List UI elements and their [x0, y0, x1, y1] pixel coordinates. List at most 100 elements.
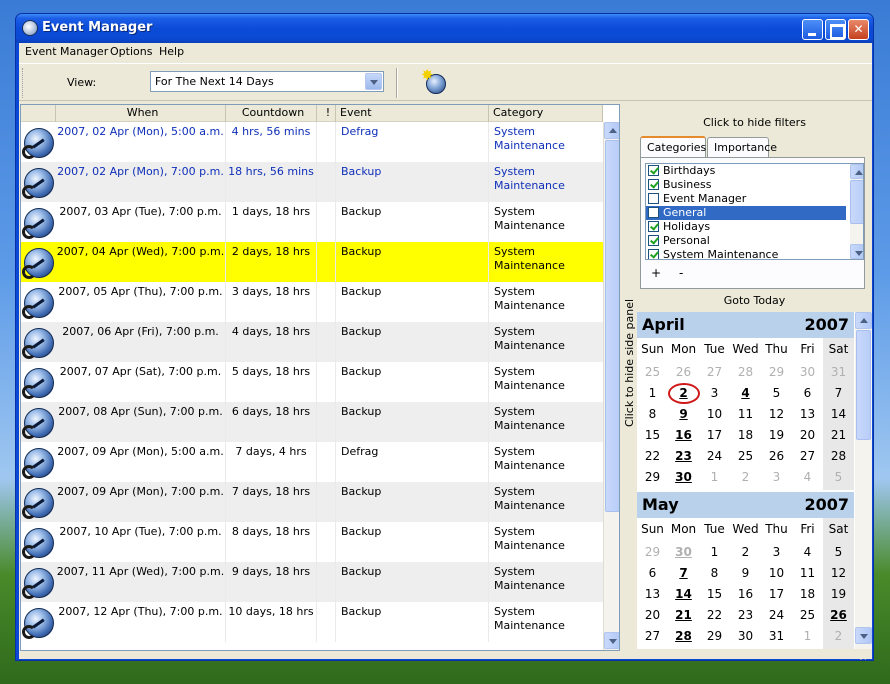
chevron-down-icon[interactable] [365, 73, 382, 90]
calendar-day[interactable]: 11 [730, 404, 761, 425]
event-row[interactable]: 2007, 06 Apr (Fri), 7:00 p.m. 4 days, 18 … [21, 322, 603, 362]
calendar-day[interactable]: 15 [637, 425, 668, 446]
calendar-day[interactable]: 2 [730, 467, 761, 488]
tab-importance[interactable]: Importance [707, 137, 777, 157]
menu-help[interactable]: Help [159, 45, 184, 58]
calendar-day[interactable]: 17 [761, 584, 792, 605]
calendar-scroll-down[interactable] [855, 627, 872, 644]
calendar-day[interactable]: 6 [792, 383, 823, 404]
event-row[interactable]: 2007, 04 Apr (Wed), 7:00 p.m. 2 days, 18 … [21, 242, 603, 282]
calendar-scrollbar[interactable] [855, 312, 872, 649]
calendar-day[interactable]: 16 [730, 584, 761, 605]
calendar-day[interactable]: 8 [637, 404, 668, 425]
hide-filters-link[interactable]: Click to hide filters [637, 116, 872, 129]
calendar-day[interactable]: 21 [668, 605, 699, 626]
calendar-day[interactable]: 3 [761, 542, 792, 563]
event-row[interactable]: 2007, 07 Apr (Sat), 7:00 p.m. 5 days, 18 … [21, 362, 603, 402]
side-panel-toggle[interactable]: Click to hide side panel [621, 104, 637, 651]
calendar-day[interactable]: 15 [699, 584, 730, 605]
calendar-day[interactable]: 18 [792, 584, 823, 605]
calendar-day[interactable]: 13 [792, 404, 823, 425]
maximize-button[interactable] [825, 19, 846, 40]
filter-scrollbar[interactable] [850, 164, 863, 259]
checkbox[interactable] [648, 193, 659, 204]
calendar-day[interactable]: 28 [730, 362, 761, 383]
calendar-day[interactable]: 31 [761, 626, 792, 647]
filter-scroll-thumb[interactable] [850, 180, 863, 224]
calendar-scroll-thumb[interactable] [856, 330, 871, 440]
calendar-day[interactable]: 16 [668, 425, 699, 446]
resize-grip[interactable] [858, 659, 868, 660]
event-row[interactable]: 2007, 12 Apr (Thu), 7:00 p.m. 10 days, 18… [21, 602, 603, 642]
close-button[interactable]: ✕ [848, 19, 869, 40]
calendar-day[interactable]: 24 [761, 605, 792, 626]
scroll-thumb[interactable] [605, 140, 619, 512]
view-dropdown[interactable]: For The Next 14 Days [150, 71, 384, 92]
calendar-day[interactable]: 7 [668, 563, 699, 584]
calendar-day[interactable]: 30 [668, 542, 699, 563]
calendar-day[interactable]: 8 [699, 563, 730, 584]
scroll-down-button[interactable] [604, 632, 619, 649]
calendar-day[interactable]: 29 [699, 626, 730, 647]
calendar-day[interactable]: 7 [823, 383, 854, 404]
calendar-day[interactable]: 5 [761, 383, 792, 404]
menu-event-manager[interactable]: Event Manager [25, 45, 108, 58]
header-when[interactable]: When [56, 105, 226, 122]
calendar-day[interactable]: 25 [730, 446, 761, 467]
calendar-day[interactable]: 30 [668, 467, 699, 488]
calendar-day[interactable]: 29 [637, 542, 668, 563]
calendar-day[interactable]: 19 [761, 425, 792, 446]
event-row[interactable]: 2007, 03 Apr (Tue), 7:00 p.m. 1 days, 18 … [21, 202, 603, 242]
calendar-day[interactable]: 4 [792, 467, 823, 488]
calendar-day[interactable]: 2 [668, 383, 699, 404]
category-filter-item[interactable]: General [646, 206, 846, 220]
category-filter-item[interactable]: Birthdays [646, 164, 846, 178]
menu-options[interactable]: Options [110, 45, 152, 58]
calendar-day[interactable]: 14 [668, 584, 699, 605]
calendar-day[interactable]: 9 [668, 404, 699, 425]
tab-categories[interactable]: Categories [640, 136, 706, 158]
checkbox[interactable] [648, 179, 659, 190]
calendar-day[interactable]: 17 [699, 425, 730, 446]
toolbar-grip[interactable] [22, 68, 25, 98]
calendar-day[interactable]: 24 [699, 446, 730, 467]
event-row[interactable]: 2007, 09 Apr (Mon), 5:00 a.m. 7 days, 4 h… [21, 442, 603, 482]
event-row[interactable]: 2007, 08 Apr (Sun), 7:00 p.m. 6 days, 18 … [21, 402, 603, 442]
event-row[interactable]: 2007, 10 Apr (Tue), 7:00 p.m. 8 days, 18 … [21, 522, 603, 562]
calendar-day[interactable]: 1 [637, 383, 668, 404]
calendar-day[interactable]: 1 [699, 467, 730, 488]
calendar-day[interactable]: 29 [761, 362, 792, 383]
calendar-day[interactable]: 20 [637, 605, 668, 626]
calendar-day[interactable]: 10 [699, 404, 730, 425]
calendar-day[interactable]: 3 [761, 467, 792, 488]
calendar-day[interactable]: 22 [637, 446, 668, 467]
calendar-day[interactable]: 1 [699, 542, 730, 563]
calendar-day[interactable]: 31 [823, 362, 854, 383]
calendar-day[interactable]: 2 [730, 542, 761, 563]
checkbox[interactable] [648, 235, 659, 246]
calendar-day[interactable]: 12 [761, 404, 792, 425]
filter-scroll-up[interactable] [850, 164, 863, 179]
events-scrollbar[interactable] [603, 122, 619, 650]
calendar-day[interactable]: 18 [730, 425, 761, 446]
header-event[interactable]: Event [336, 105, 489, 122]
calendar-day[interactable]: 26 [823, 605, 854, 626]
calendar-day[interactable]: 4 [792, 542, 823, 563]
calendar-day[interactable]: 4 [730, 383, 761, 404]
event-row[interactable]: 2007, 02 Apr (Mon), 7:00 p.m. 18 hrs, 56 … [21, 162, 603, 202]
title-bar[interactable]: Event Manager ✕ [16, 14, 873, 43]
calendar-day[interactable]: 13 [637, 584, 668, 605]
event-row[interactable]: 2007, 02 Apr (Mon), 5:00 a.m. 4 hrs, 56 m… [21, 122, 603, 162]
checkbox[interactable] [648, 165, 659, 176]
calendar-day[interactable]: 6 [637, 563, 668, 584]
checkbox[interactable] [648, 207, 659, 218]
expand-all-button[interactable]: + [651, 266, 661, 280]
calendar-day[interactable]: 28 [823, 446, 854, 467]
calendar-day[interactable]: 14 [823, 404, 854, 425]
category-filter-item[interactable]: Business [646, 178, 846, 192]
calendar-day[interactable]: 30 [730, 626, 761, 647]
calendar-day[interactable]: 27 [637, 626, 668, 647]
calendar-day[interactable]: 20 [792, 425, 823, 446]
event-row[interactable]: 2007, 05 Apr (Thu), 7:00 p.m. 3 days, 18 … [21, 282, 603, 322]
new-event-button[interactable]: ✸ [421, 66, 449, 96]
